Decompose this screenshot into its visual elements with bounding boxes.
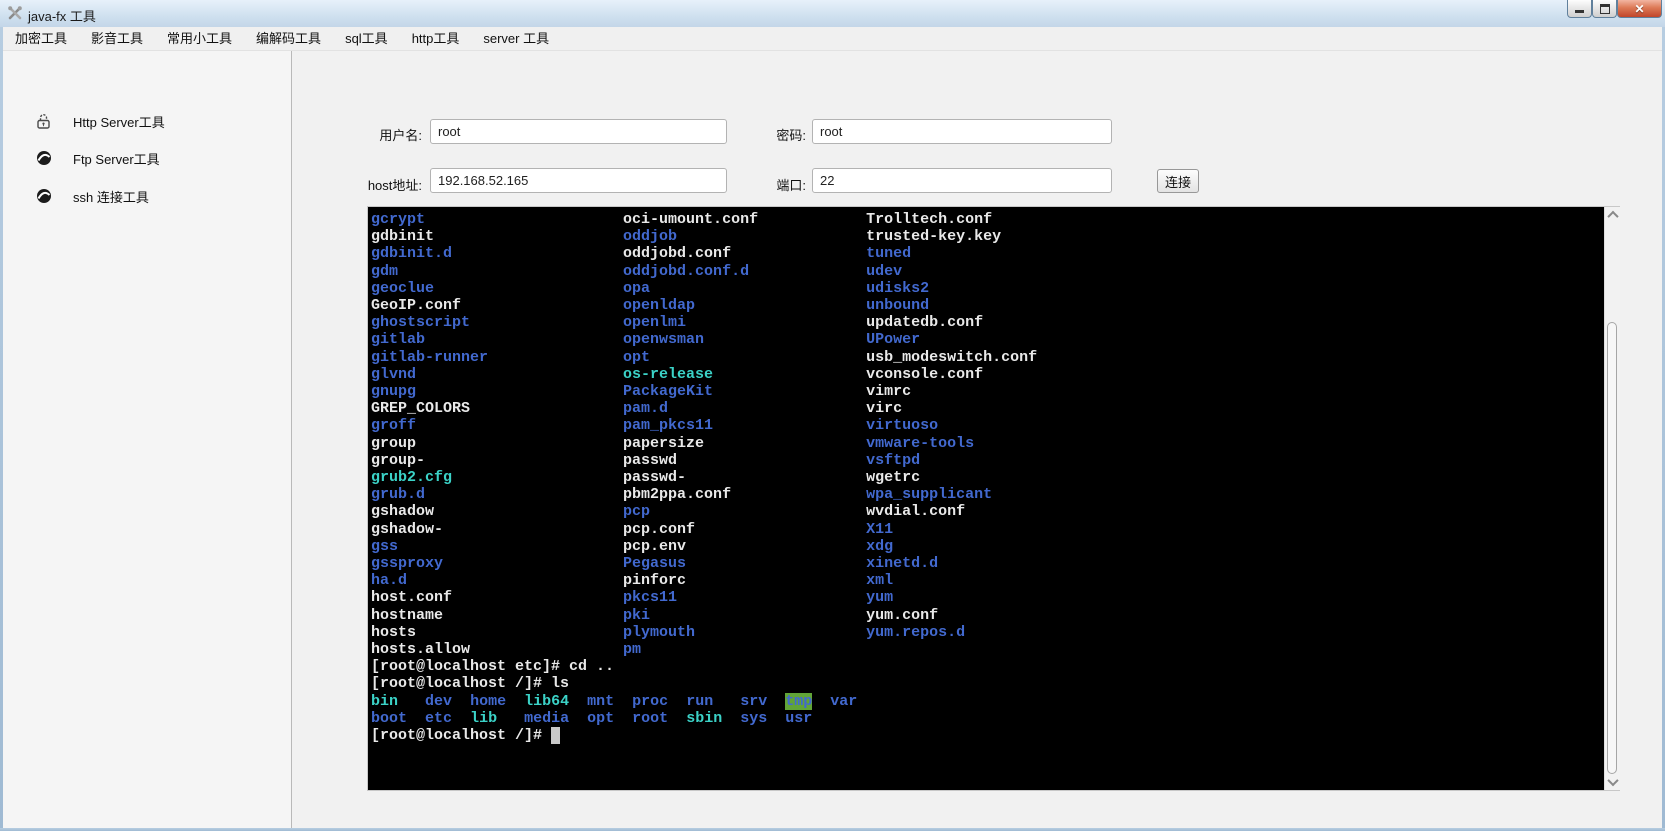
sidebar: Http Server工具 Ftp Server工具 ssh 连接工具 xyxy=(3,51,291,828)
terminal-panel: gcrypt oci-umount.conf Trolltech.confgdb… xyxy=(367,206,1620,791)
menu-bar: 加密工具影音工具常用小工具编解码工具sql工具http工具server 工具 xyxy=(3,27,1662,51)
scroll-up-button[interactable] xyxy=(1605,207,1620,223)
terminal-line: gshadow- pcp.conf X11 xyxy=(371,521,1602,538)
app-window: java-fx 工具 ✕ 加密工具影音工具常用小工具编解码工具sql工具http… xyxy=(0,0,1665,831)
terminal-line: gssproxy Pegasus xinetd.d xyxy=(371,555,1602,572)
window-title: java-fx 工具 xyxy=(28,6,96,25)
scrollbar-thumb[interactable] xyxy=(1607,322,1617,774)
terminal-line: GeoIP.conf openldap unbound xyxy=(371,297,1602,314)
terminal-line: group papersize vmware-tools xyxy=(371,435,1602,452)
menu-item-4[interactable]: 编解码工具 xyxy=(244,27,333,50)
terminal-cursor xyxy=(551,727,560,744)
terminal-line: gnupg PackageKit vimrc xyxy=(371,383,1602,400)
terminal-line: hostname pki yum.conf xyxy=(371,607,1602,624)
sidebar-item-http-server[interactable]: Http Server工具 xyxy=(3,108,291,134)
chevron-down-icon xyxy=(1607,775,1618,786)
terminal-line: gcrypt oci-umount.conf Trolltech.conf xyxy=(371,211,1602,228)
terminal-line: ghostscript openlmi updatedb.conf xyxy=(371,314,1602,331)
maximize-icon xyxy=(1600,4,1610,14)
terminal-line: host.conf pkcs11 yum xyxy=(371,589,1602,606)
terminal-line: gdm oddjobd.conf.d udev xyxy=(371,263,1602,280)
sidebar-item-label: Http Server工具 xyxy=(73,112,165,131)
terminal-line: grub.d pbm2ppa.conf wpa_supplicant xyxy=(371,486,1602,503)
sidebar-divider xyxy=(291,51,292,828)
host-label: host地址: xyxy=(352,175,422,194)
port-label: 端口: xyxy=(756,175,806,194)
globe-icon xyxy=(36,188,53,205)
sidebar-item-label: ssh 连接工具 xyxy=(73,187,149,206)
connect-button[interactable]: 连接 xyxy=(1157,169,1199,193)
terminal-line: [root@localhost /]# xyxy=(371,727,1602,744)
globe-icon xyxy=(36,150,53,167)
password-input[interactable] xyxy=(812,119,1112,144)
close-button[interactable]: ✕ xyxy=(1617,0,1662,18)
terminal-line: [root@localhost /]# ls xyxy=(371,675,1602,692)
minimize-button[interactable] xyxy=(1567,0,1592,18)
menu-item-3[interactable]: 常用小工具 xyxy=(155,27,244,50)
terminal-line: hosts plymouth yum.repos.d xyxy=(371,624,1602,641)
username-input[interactable] xyxy=(430,119,727,144)
terminal-line: gitlab-runner opt usb_modeswitch.conf xyxy=(371,349,1602,366)
tools-icon xyxy=(7,5,23,21)
title-bar: java-fx 工具 ✕ xyxy=(0,0,1665,28)
menu-item-5[interactable]: sql工具 xyxy=(333,27,400,50)
port-input[interactable] xyxy=(812,168,1112,193)
scroll-down-button[interactable] xyxy=(1605,774,1620,790)
menu-item-7[interactable]: server 工具 xyxy=(471,27,561,50)
terminal-line: gdbinit.d oddjobd.conf tuned xyxy=(371,245,1602,262)
menu-item-2[interactable]: 影音工具 xyxy=(79,27,155,50)
terminal-line: gitlab openwsman UPower xyxy=(371,331,1602,348)
sidebar-item-ssh[interactable]: ssh 连接工具 xyxy=(3,183,291,209)
terminal-line: boot etc lib media opt root sbin sys usr xyxy=(371,710,1602,727)
terminal-line: group- passwd vsftpd xyxy=(371,452,1602,469)
terminal-line: geoclue opa udisks2 xyxy=(371,280,1602,297)
terminal-line: bin dev home lib64 mnt proc run srv tmp … xyxy=(371,693,1602,710)
minimize-icon xyxy=(1575,10,1584,13)
close-icon: ✕ xyxy=(1634,1,1644,17)
username-label: 用户名: xyxy=(352,125,422,144)
terminal-scrollbar[interactable] xyxy=(1604,207,1620,790)
password-label: 密码: xyxy=(756,125,806,144)
terminal-line: groff pam_pkcs11 virtuoso xyxy=(371,417,1602,434)
host-input[interactable] xyxy=(430,168,727,193)
lock-icon xyxy=(36,113,53,130)
terminal-line: ha.d pinforc xml xyxy=(371,572,1602,589)
terminal-line: glvnd os-release vconsole.conf xyxy=(371,366,1602,383)
terminal-line: gss pcp.env xdg xyxy=(371,538,1602,555)
maximize-button[interactable] xyxy=(1592,0,1617,18)
sidebar-item-label: Ftp Server工具 xyxy=(73,149,160,168)
terminal-output[interactable]: gcrypt oci-umount.conf Trolltech.confgdb… xyxy=(368,207,1602,790)
terminal-line: hosts.allow pm xyxy=(371,641,1602,658)
chevron-up-icon xyxy=(1607,211,1618,222)
menu-item-6[interactable]: http工具 xyxy=(400,27,472,50)
menu-item-1[interactable]: 加密工具 xyxy=(3,27,79,50)
terminal-line: gdbinit oddjob trusted-key.key xyxy=(371,228,1602,245)
terminal-line: GREP_COLORS pam.d virc xyxy=(371,400,1602,417)
terminal-line: grub2.cfg passwd- wgetrc xyxy=(371,469,1602,486)
sidebar-item-ftp-server[interactable]: Ftp Server工具 xyxy=(3,145,291,171)
terminal-line: [root@localhost etc]# cd .. xyxy=(371,658,1602,675)
terminal-line: gshadow pcp wvdial.conf xyxy=(371,503,1602,520)
